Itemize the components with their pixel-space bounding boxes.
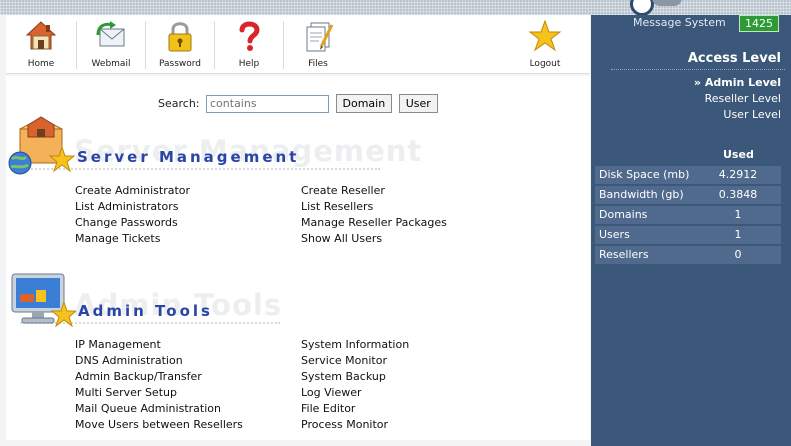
star-icon <box>528 19 562 52</box>
link-move-users-between-resellers[interactable]: Move Users between Resellers <box>75 417 243 433</box>
link-create-reseller[interactable]: Create Reseller <box>301 183 447 199</box>
toolbar-label: Webmail <box>91 59 131 69</box>
message-system-label[interactable]: Message System <box>633 16 726 29</box>
access-level-reseller[interactable]: Reseller Level <box>694 91 781 107</box>
toolbar-help[interactable]: Help <box>215 15 283 73</box>
stat-row: Resellers 0 <box>595 246 781 264</box>
home-icon <box>25 21 57 50</box>
search-bar: Search: Domain User <box>158 94 438 113</box>
server-management-col1: Create Administrator List Administrators… <box>75 183 190 247</box>
stat-label: Disk Space (mb) <box>599 168 690 181</box>
toolbar-password[interactable]: Password <box>146 15 214 73</box>
stat-label: Domains <box>599 208 648 221</box>
stat-value: 4.2912 <box>718 168 758 181</box>
link-log-viewer[interactable]: Log Viewer <box>301 385 409 401</box>
access-level-user[interactable]: User Level <box>694 107 781 123</box>
stat-row: Domains 1 <box>595 206 781 224</box>
stat-label: Bandwidth (gb) <box>599 188 684 201</box>
toolbar-label: Password <box>158 59 202 69</box>
toolbar-webmail[interactable]: Webmail <box>77 15 145 73</box>
link-ip-management[interactable]: IP Management <box>75 337 243 353</box>
link-change-passwords[interactable]: Change Passwords <box>75 215 190 231</box>
stat-value: 0 <box>734 248 742 261</box>
toolbar-logout[interactable]: Logout <box>511 15 579 73</box>
link-dns-administration[interactable]: DNS Administration <box>75 353 243 369</box>
link-create-administrator[interactable]: Create Administrator <box>75 183 190 199</box>
link-service-monitor[interactable]: Service Monitor <box>301 353 409 369</box>
stat-value: 0.3848 <box>718 188 758 201</box>
link-system-information[interactable]: System Information <box>301 337 409 353</box>
server-management-title: Server Management <box>77 148 300 166</box>
access-level-list: » Admin Level Reseller Level User Level <box>694 75 781 123</box>
search-label: Search: <box>158 96 200 110</box>
server-management-icon <box>8 116 76 175</box>
user-button[interactable]: User <box>398 94 438 113</box>
question-icon <box>239 21 260 51</box>
stat-value: 1 <box>734 228 742 241</box>
main-toolbar: Home Webmail Password Help Files Logout <box>6 15 590 74</box>
link-multi-server-setup[interactable]: Multi Server Setup <box>75 385 243 401</box>
search-input[interactable] <box>206 94 329 113</box>
link-admin-backup-transfer[interactable]: Admin Backup/Transfer <box>75 369 243 385</box>
stat-row: Disk Space (mb) 4.2912 <box>595 166 781 184</box>
stat-label: Resellers <box>599 248 649 261</box>
link-mail-queue-administration[interactable]: Mail Queue Administration <box>75 401 243 417</box>
top-band <box>0 0 791 16</box>
link-manage-reseller-packages[interactable]: Manage Reseller Packages <box>301 215 447 231</box>
files-icon <box>306 22 334 52</box>
toolbar-label: Help <box>238 59 260 69</box>
link-list-administrators[interactable]: List Administrators <box>75 199 190 215</box>
admin-tools-col2: System Information Service Monitor Syste… <box>301 337 409 433</box>
toolbar-files[interactable]: Files <box>284 15 352 73</box>
link-manage-tickets[interactable]: Manage Tickets <box>75 231 190 247</box>
stat-row: Users 1 <box>595 226 781 244</box>
toolbar-home[interactable]: Home <box>6 15 76 73</box>
access-level-admin[interactable]: » Admin Level <box>694 75 781 91</box>
used-column-header: Used <box>723 148 754 161</box>
toolbar-label: Logout <box>529 59 561 69</box>
top-decoration-tab <box>652 0 682 6</box>
message-count-badge[interactable]: 1425 <box>739 15 779 32</box>
account-sidebar: Message System 1425 Access Level » Admin… <box>591 15 791 446</box>
link-system-backup[interactable]: System Backup <box>301 369 409 385</box>
access-level-divider <box>611 69 785 70</box>
stat-value: 1 <box>734 208 742 221</box>
toolbar-label: Files <box>308 59 328 69</box>
link-list-resellers[interactable]: List Resellers <box>301 199 447 215</box>
toolbar-label: Home <box>27 59 55 69</box>
link-process-monitor[interactable]: Process Monitor <box>301 417 409 433</box>
domain-button[interactable]: Domain <box>335 94 393 113</box>
lock-icon <box>168 22 192 52</box>
server-management-col2: Create Reseller List Resellers Manage Re… <box>301 183 447 247</box>
webmail-icon <box>96 21 125 47</box>
top-decoration <box>630 0 654 16</box>
link-show-all-users[interactable]: Show All Users <box>301 231 447 247</box>
admin-tools-title: Admin Tools <box>78 302 213 320</box>
link-file-editor[interactable]: File Editor <box>301 401 409 417</box>
admin-tools-icon <box>11 273 76 328</box>
access-level-title: Access Level <box>687 51 781 66</box>
stat-row: Bandwidth (gb) 0.3848 <box>595 186 781 204</box>
stat-label: Users <box>599 228 630 241</box>
admin-tools-col1: IP Management DNS Administration Admin B… <box>75 337 243 433</box>
usage-stats: Disk Space (mb) 4.2912 Bandwidth (gb) 0.… <box>595 166 781 266</box>
